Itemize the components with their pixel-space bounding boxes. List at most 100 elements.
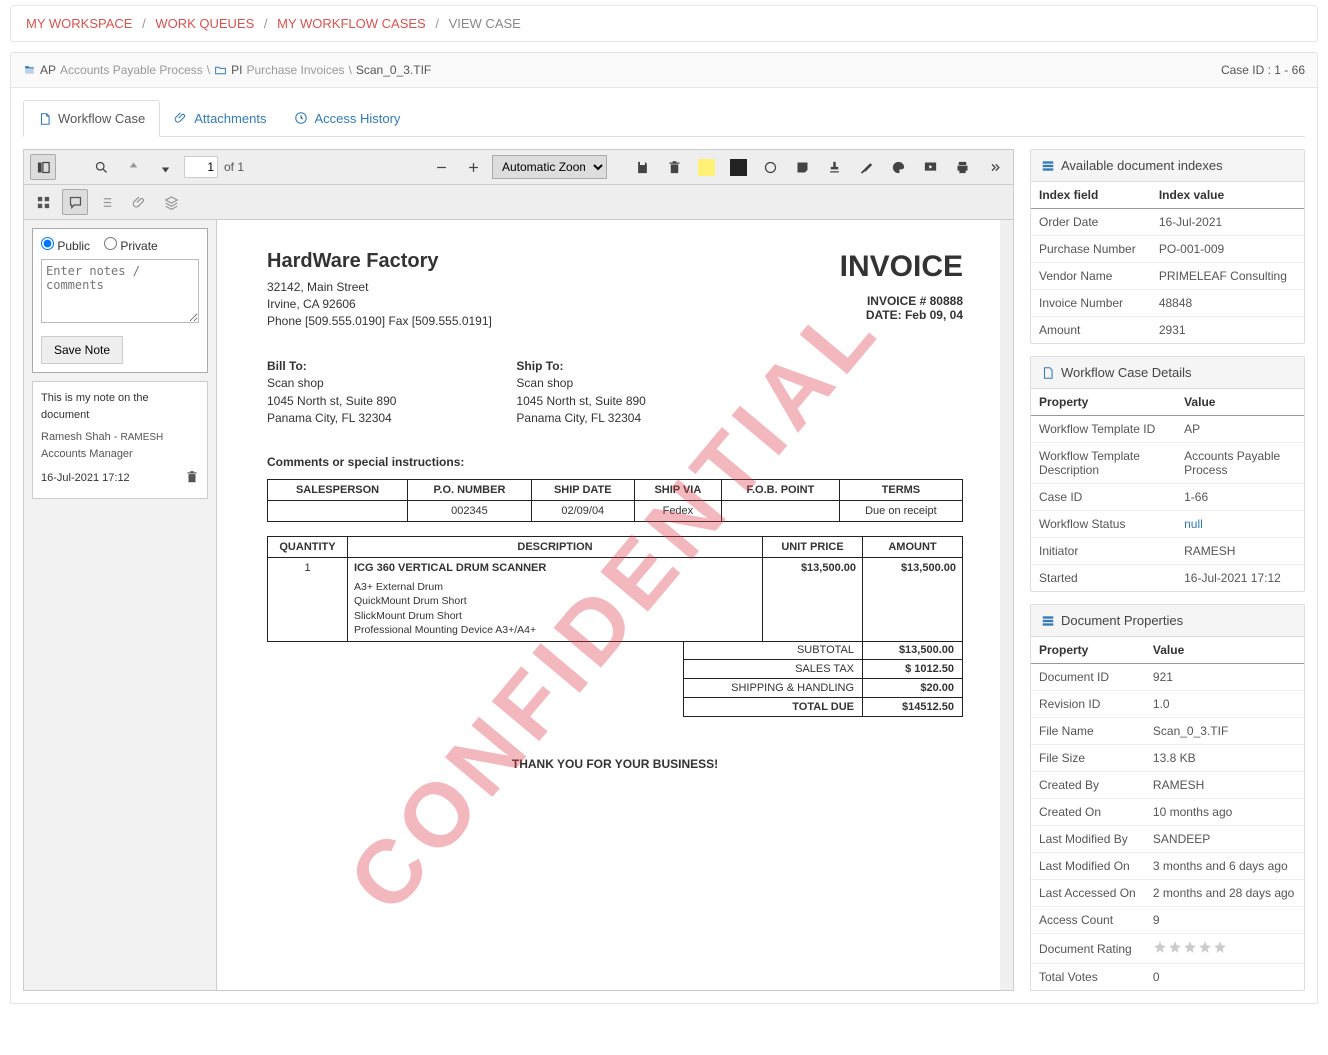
path-bar: AP Accounts Payable Process \ PI Purchas… [10, 52, 1318, 88]
docprops-panel: Document Properties PropertyValue Docume… [1030, 604, 1305, 991]
value: RAMESH [1145, 772, 1304, 799]
property: Initiator [1031, 538, 1176, 565]
note-item: This is my note on the document Ramesh S… [32, 381, 208, 499]
search-button[interactable] [88, 154, 114, 180]
attachments-button[interactable] [126, 189, 152, 215]
print-button[interactable] [949, 154, 975, 180]
viewer-secondary-toolbar [24, 185, 1013, 220]
outline-button[interactable] [94, 189, 120, 215]
property: Workflow Status [1031, 511, 1176, 538]
value: AP [1176, 416, 1304, 443]
breadcrumb-my-workspace[interactable]: MY WORKSPACE [26, 16, 132, 31]
value: RAMESH [1176, 538, 1304, 565]
workflow-icon [23, 63, 36, 77]
table-row: Started16-Jul-2021 17:12 [1031, 565, 1304, 592]
index-field: Amount [1031, 317, 1151, 344]
value: 3 months and 6 days ago [1145, 853, 1304, 880]
tab-access-history[interactable]: Access History [280, 100, 414, 136]
table-row: Workflow Statusnull [1031, 511, 1304, 538]
sign-button[interactable] [853, 154, 879, 180]
path-pi-label: Purchase Invoices [246, 63, 344, 77]
public-radio[interactable]: Public [41, 237, 90, 253]
note-button[interactable] [789, 154, 815, 180]
file-icon [1041, 366, 1055, 380]
document-content[interactable]: CONFIDENTIAL HardWare Factory 32142, Mai… [217, 220, 1013, 990]
comments-button[interactable] [62, 189, 88, 215]
property: Last Accessed On [1031, 880, 1145, 907]
more-button[interactable] [981, 154, 1007, 180]
breadcrumb-work-queues[interactable]: WORK QUEUES [155, 16, 254, 31]
path-file: Scan_0_3.TIF [356, 63, 431, 77]
property: Created By [1031, 772, 1145, 799]
presentation-button[interactable] [917, 154, 943, 180]
page-number-input[interactable] [184, 156, 218, 178]
index-value: PO-001-009 [1151, 236, 1304, 263]
case-id-label: Case ID : 1 - 66 [1221, 63, 1305, 77]
note-textarea[interactable] [41, 259, 199, 323]
note-input-panel: Public Private Save Note [32, 228, 208, 373]
viewer-toolbar: of 1 Automatic Zoom [24, 150, 1013, 185]
value: 9 [1145, 907, 1304, 934]
path-ap-code: AP [40, 63, 56, 77]
zoom-in-button[interactable] [460, 154, 486, 180]
zoom-out-button[interactable] [428, 154, 454, 180]
private-radio[interactable]: Private [104, 237, 158, 253]
invoice-addr2: Irvine, CA 92606 [267, 296, 492, 313]
sidebar-toggle-button[interactable] [30, 154, 56, 180]
indexes-panel: Available document indexes Index fieldIn… [1030, 149, 1305, 344]
note-author: Ramesh Shah - [41, 431, 120, 443]
index-field: Purchase Number [1031, 236, 1151, 263]
highlight-button[interactable] [693, 154, 719, 180]
invoice-company: HardWare Factory [267, 250, 492, 273]
save-note-button[interactable]: Save Note [41, 336, 123, 364]
path-sep: \ [349, 63, 352, 77]
property: File Size [1031, 745, 1145, 772]
property: Started [1031, 565, 1176, 592]
property: Last Modified By [1031, 826, 1145, 853]
table-row: Total Votes0 [1031, 964, 1304, 991]
tab-workflow-case[interactable]: Workflow Case [23, 100, 160, 137]
stamp-button[interactable] [821, 154, 847, 180]
invoice-phone: Phone [509.555.0190] Fax [509.555.0191] [267, 313, 492, 330]
delete-note-button[interactable] [185, 470, 199, 490]
layers-button[interactable] [158, 189, 184, 215]
breadcrumb: MY WORKSPACE / WORK QUEUES / MY WORKFLOW… [10, 5, 1318, 42]
value: null [1176, 511, 1304, 538]
redact-button[interactable] [725, 154, 751, 180]
delete-button[interactable] [661, 154, 687, 180]
index-field: Order Date [1031, 209, 1151, 236]
table-row: InitiatorRAMESH [1031, 538, 1304, 565]
next-page-button[interactable] [152, 154, 178, 180]
table-row: Workflow Template IDAP [1031, 416, 1304, 443]
table-row: Revision ID1.0 [1031, 691, 1304, 718]
value: 16-Jul-2021 17:12 [1176, 565, 1304, 592]
property: Created On [1031, 799, 1145, 826]
value: 2 months and 28 days ago [1145, 880, 1304, 907]
value: 10 months ago [1145, 799, 1304, 826]
table-row: Workflow Template DescriptionAccounts Pa… [1031, 443, 1304, 484]
ship-to: Ship To: Scan shop 1045 North st, Suite … [516, 358, 645, 428]
breadcrumb-separator: / [435, 16, 439, 31]
rating-stars[interactable] [1153, 940, 1227, 954]
index-field: Vendor Name [1031, 263, 1151, 290]
panel-title: Workflow Case Details [1061, 365, 1192, 380]
save-button[interactable] [629, 154, 655, 180]
panel-title: Document Properties [1061, 613, 1183, 628]
index-field: Invoice Number [1031, 290, 1151, 317]
breadcrumb-my-workflow-cases[interactable]: MY WORKFLOW CASES [277, 16, 426, 31]
tab-attachments[interactable]: Attachments [160, 100, 280, 136]
invoice-totals: SUBTOTAL$13,500.00 SALES TAX$ 1012.50 SH… [683, 641, 963, 717]
zoom-select[interactable]: Automatic Zoom [492, 155, 607, 179]
clock-icon [294, 111, 308, 125]
prev-page-button[interactable] [120, 154, 146, 180]
table-row: File NameScan_0_3.TIF [1031, 718, 1304, 745]
circle-button[interactable] [757, 154, 783, 180]
page-count: of 1 [224, 160, 244, 174]
palette-button[interactable] [885, 154, 911, 180]
invoice-number: INVOICE # 80888 [840, 294, 963, 308]
thumbnails-button[interactable] [30, 189, 56, 215]
tab-label: Access History [314, 111, 400, 126]
note-text: This is my note on the document [41, 390, 199, 423]
table-row: Invoice Number48848 [1031, 290, 1304, 317]
path-sep: \ [207, 63, 210, 77]
